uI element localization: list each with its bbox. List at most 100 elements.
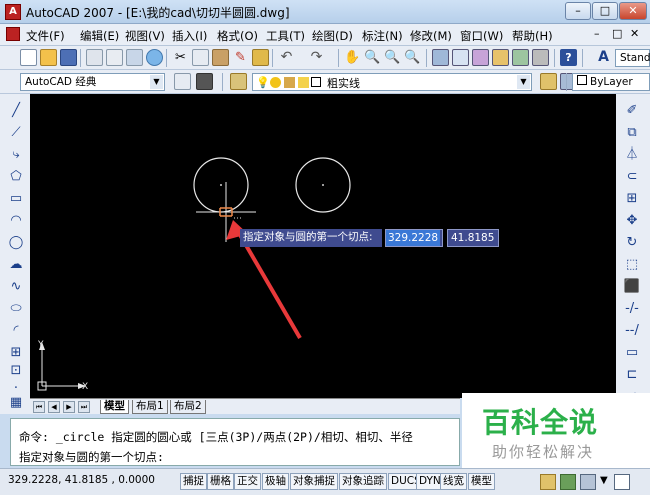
pan-icon[interactable]: ✋ xyxy=(344,49,361,66)
move-icon[interactable]: ✥ xyxy=(623,212,641,230)
help-icon[interactable]: ? xyxy=(560,49,577,66)
print-preview-icon[interactable] xyxy=(106,49,123,66)
redo-icon[interactable]: ↷ xyxy=(308,49,325,66)
cut-icon[interactable]: ✂ xyxy=(172,49,189,66)
menu-format[interactable]: 格式(O) xyxy=(217,28,258,44)
tool-palettes-icon[interactable] xyxy=(472,49,489,66)
drawing-canvas[interactable]: X Y 指定对象与圆的第一个切点: 329.2228 41.8185 xyxy=(30,94,616,398)
make-layer-current-icon[interactable] xyxy=(540,73,557,90)
zoom-previous-icon[interactable]: 🔍 xyxy=(404,49,421,66)
dynamic-input-x-field[interactable]: 329.2228 xyxy=(385,229,443,247)
properties-icon[interactable] xyxy=(432,49,449,66)
scale-icon[interactable]: ⬚ xyxy=(623,256,641,274)
model-toggle[interactable]: 模型 xyxy=(468,473,495,490)
erase-icon[interactable]: ✐ xyxy=(623,102,641,120)
join-icon[interactable]: ⊏ xyxy=(623,366,641,384)
menu-view[interactable]: 视图(V) xyxy=(125,28,165,44)
text-style-dropdown[interactable]: Stand xyxy=(615,49,650,67)
workspace-save-icon[interactable] xyxy=(196,73,213,90)
undo-icon[interactable]: ↶ xyxy=(278,49,295,66)
3d-dwf-icon[interactable] xyxy=(146,49,163,66)
doc-restore-button[interactable]: □ xyxy=(612,27,622,40)
calculator-icon[interactable] xyxy=(532,49,549,66)
last-tab-button[interactable]: ⏭ xyxy=(78,401,90,413)
coordinate-readout[interactable]: 329.2228, 41.8185 , 0.0000 xyxy=(8,474,155,486)
design-center-icon[interactable] xyxy=(452,49,469,66)
tab-layout2[interactable]: 布局2 xyxy=(170,400,206,414)
sheet-set-icon[interactable] xyxy=(492,49,509,66)
insert-block-icon[interactable]: ⊞ xyxy=(7,344,25,362)
snap-toggle[interactable]: 捕捉 xyxy=(180,473,207,490)
mirror-icon[interactable]: ⏃ xyxy=(623,146,641,164)
lock-toolbar-icon[interactable] xyxy=(580,474,596,490)
menu-window[interactable]: 窗口(W) xyxy=(460,28,503,44)
line-icon[interactable]: ╱ xyxy=(7,102,25,120)
arc-icon[interactable]: ◠ xyxy=(7,212,25,230)
print-icon[interactable] xyxy=(86,49,103,66)
break-icon[interactable]: ▭ xyxy=(623,344,641,362)
document-icon[interactable] xyxy=(6,27,20,41)
osnap-toggle[interactable]: 对象捕捉 xyxy=(290,473,338,490)
match-properties-icon[interactable]: ✎ xyxy=(232,49,249,66)
clean-screen-icon[interactable] xyxy=(614,474,630,490)
ortho-toggle[interactable]: 正交 xyxy=(234,473,261,490)
zoom-realtime-icon[interactable]: 🔍 xyxy=(364,49,381,66)
menu-help[interactable]: 帮助(H) xyxy=(512,28,553,44)
rectangle-icon[interactable]: ▭ xyxy=(7,190,25,208)
polyline-icon[interactable]: ⤷ xyxy=(7,146,25,164)
copy-icon[interactable] xyxy=(192,49,209,66)
workspace-settings-icon[interactable] xyxy=(174,73,191,90)
circle-icon[interactable]: ◯ xyxy=(7,234,25,252)
menu-modify[interactable]: 修改(M) xyxy=(410,28,452,44)
tab-layout1[interactable]: 布局1 xyxy=(132,400,168,414)
text-style-icon[interactable]: A xyxy=(595,49,612,66)
doc-minimize-button[interactable]: – xyxy=(594,27,600,40)
open-file-icon[interactable] xyxy=(40,49,57,66)
ellipse-icon[interactable]: ⬭ xyxy=(7,300,25,318)
command-line[interactable]: 命令: _circle 指定圆的圆心或 [三点(3P)/两点(2P)/相切、相切… xyxy=(10,418,460,466)
spline-icon[interactable]: ∿ xyxy=(7,278,25,296)
color-control-dropdown[interactable]: ByLayer xyxy=(572,73,650,91)
menu-draw[interactable]: 绘图(D) xyxy=(312,28,353,44)
autocad-app-icon[interactable]: A xyxy=(5,4,21,20)
annotation-scale-icon[interactable] xyxy=(540,474,556,490)
revision-cloud-icon[interactable]: ☁ xyxy=(7,256,25,274)
otrack-toggle[interactable]: 对象追踪 xyxy=(339,473,387,490)
polygon-icon[interactable]: ⬠ xyxy=(7,168,25,186)
previous-tab-button[interactable]: ◀ xyxy=(48,401,60,413)
menu-edit[interactable]: 编辑(E) xyxy=(80,28,119,44)
polar-toggle[interactable]: 极轴 xyxy=(262,473,289,490)
menu-dimension[interactable]: 标注(N) xyxy=(362,28,403,44)
extend-icon[interactable]: --/ xyxy=(623,322,641,340)
menu-tools[interactable]: 工具(T) xyxy=(266,28,305,44)
stretch-icon[interactable]: ⬛ xyxy=(623,278,641,296)
close-button[interactable]: ✕ xyxy=(619,2,647,20)
block-editor-icon[interactable] xyxy=(252,49,269,66)
save-icon[interactable] xyxy=(60,49,77,66)
offset-icon[interactable]: ⊂ xyxy=(623,168,641,186)
next-tab-button[interactable]: ▶ xyxy=(63,401,75,413)
new-file-icon[interactable] xyxy=(20,49,37,66)
array-icon[interactable]: ⊞ xyxy=(623,190,641,208)
title-bar[interactable]: A AutoCAD 2007 - [E:\我的cad\切切半圆圆.dwg] – … xyxy=(0,0,650,24)
trim-icon[interactable]: -/- xyxy=(623,300,641,318)
dynamic-input-y-field[interactable]: 41.8185 xyxy=(447,229,499,247)
menu-file[interactable]: 文件(F) xyxy=(26,28,65,44)
construction-line-icon[interactable]: ⟋ xyxy=(7,124,25,142)
hatch-icon[interactable]: ▦ xyxy=(7,394,25,412)
menu-insert[interactable]: 插入(I) xyxy=(172,28,207,44)
status-menu-arrow-icon[interactable]: ▼ xyxy=(600,475,608,486)
tab-model[interactable]: 模型 xyxy=(100,400,129,414)
minimize-button[interactable]: – xyxy=(565,2,591,20)
markup-icon[interactable] xyxy=(512,49,529,66)
grid-toggle[interactable]: 栅格 xyxy=(207,473,234,490)
rotate-icon[interactable]: ↻ xyxy=(623,234,641,252)
make-block-icon[interactable]: ⊡ xyxy=(7,362,25,380)
lineweight-toggle[interactable]: 线宽 xyxy=(440,473,467,490)
zoom-window-icon[interactable]: 🔍 xyxy=(384,49,401,66)
first-tab-button[interactable]: ⏮ xyxy=(33,401,45,413)
maximize-button[interactable]: □ xyxy=(592,2,618,20)
copy-object-icon[interactable]: ⧉ xyxy=(623,124,641,142)
ellipse-arc-icon[interactable]: ◜ xyxy=(7,322,25,340)
layer-dropdown[interactable]: 💡 粗实线 ▼ xyxy=(252,73,532,91)
